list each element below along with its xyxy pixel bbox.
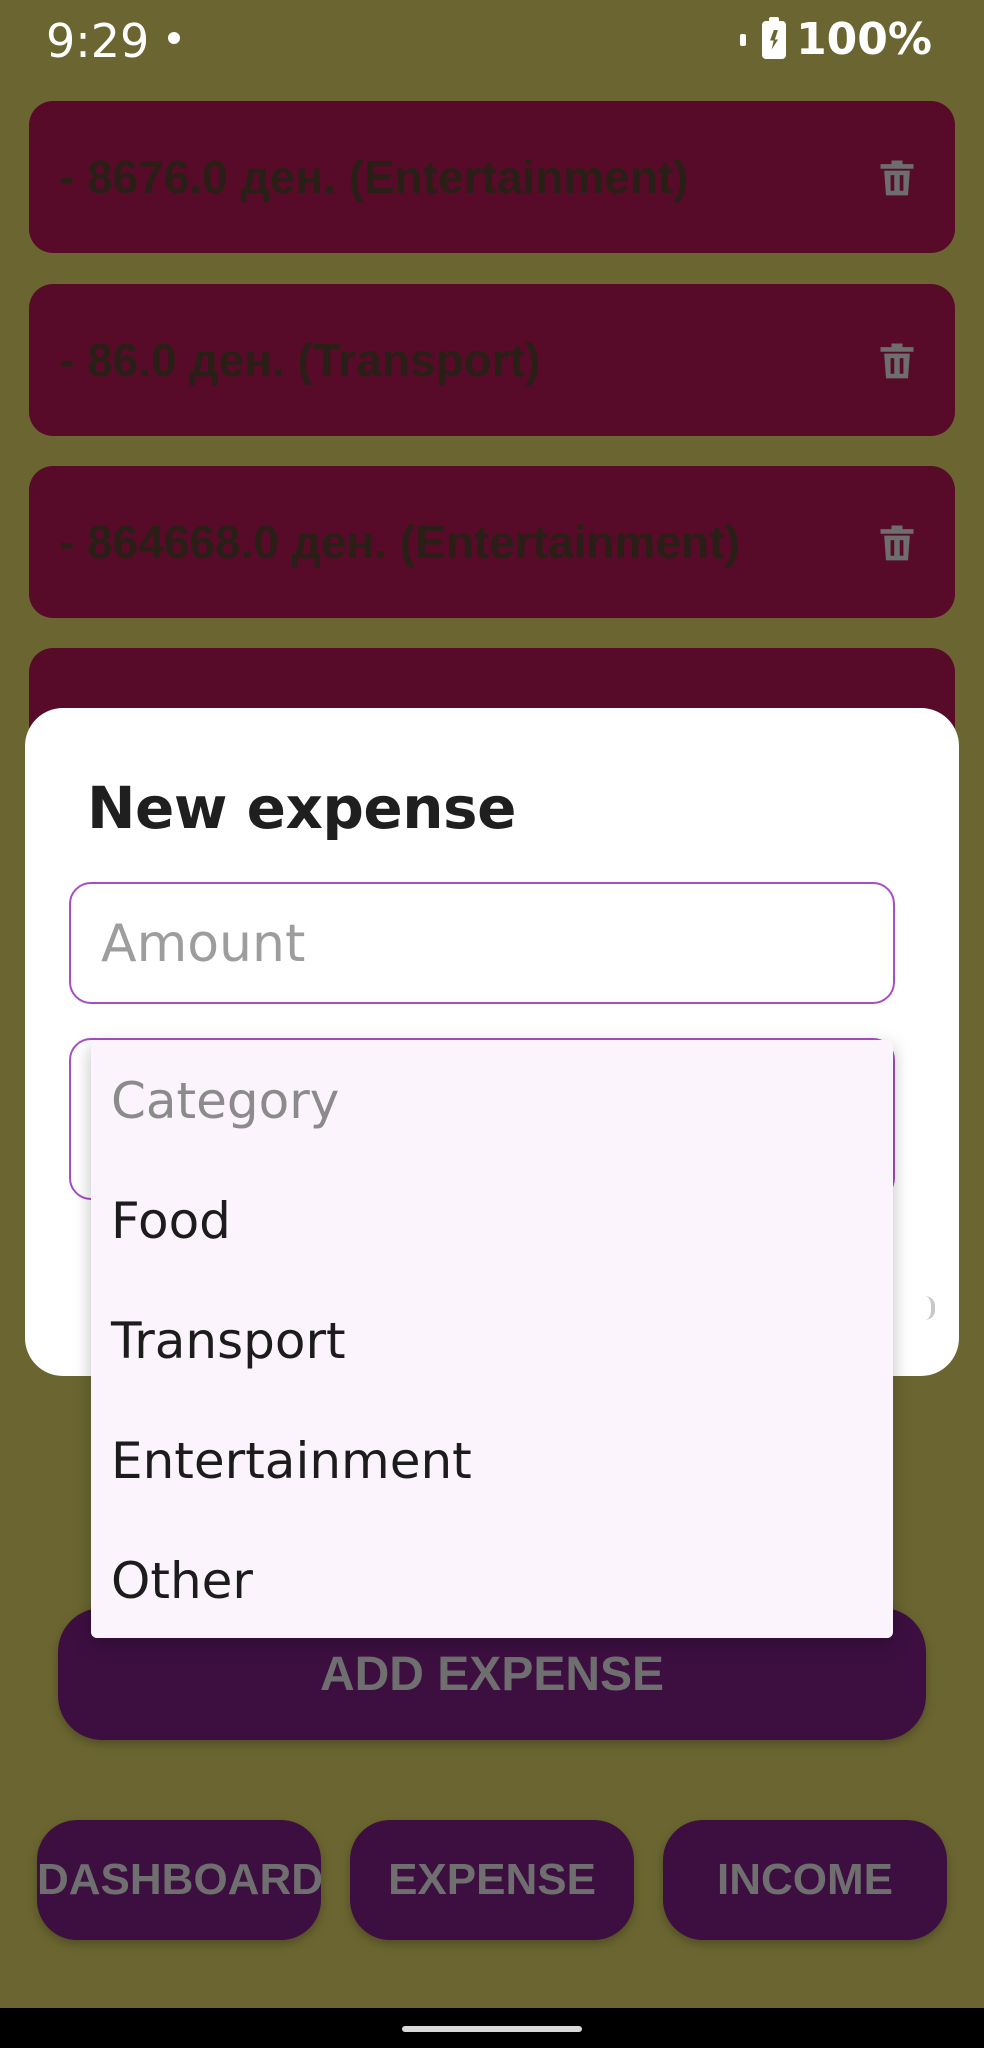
trash-icon[interactable] — [875, 338, 919, 382]
category-placeholder-option[interactable]: Category — [111, 1072, 339, 1130]
category-option-food[interactable]: Food — [111, 1192, 231, 1250]
status-right: 100% — [740, 14, 932, 65]
status-bar: 9:29 100% — [0, 0, 984, 86]
expense-card[interactable]: - 864668.0 ден. (Entertainment) — [29, 466, 955, 618]
category-dropdown-menu: Category Food Transport Entertainment Ot… — [91, 1040, 893, 1638]
home-gesture-handle[interactable] — [402, 2026, 582, 2032]
status-time: 9:29 — [46, 14, 150, 68]
signal-icon — [740, 33, 747, 46]
expense-card[interactable]: - 86.0 ден. (Transport) — [29, 284, 955, 436]
category-option-entertainment[interactable]: Entertainment — [111, 1432, 472, 1490]
amount-field[interactable] — [69, 882, 895, 1004]
dialog-title: New expense — [87, 774, 516, 842]
nav-expense-button[interactable]: EXPENSE — [350, 1820, 634, 1940]
category-option-transport[interactable]: Transport — [111, 1312, 346, 1370]
notification-dot-icon — [168, 32, 180, 44]
expense-text: - 86.0 ден. (Transport) — [59, 334, 541, 386]
expense-text: - 8676.0 ден. (Entertainment) — [59, 151, 689, 203]
category-option-other[interactable]: Other — [111, 1552, 253, 1610]
dialog-edge-mark — [917, 1296, 935, 1320]
nav-income-button[interactable]: INCOME — [663, 1820, 947, 1940]
amount-input[interactable] — [99, 884, 863, 1004]
battery-icon — [762, 16, 787, 59]
battery-level: 100% — [796, 14, 932, 65]
expense-card[interactable]: - 8676.0 ден. (Entertainment) — [29, 101, 955, 253]
trash-icon[interactable] — [875, 520, 919, 564]
trash-icon[interactable] — [875, 155, 919, 199]
nav-dashboard-button[interactable]: DASHBOARD — [37, 1820, 323, 1940]
expense-text: - 864668.0 ден. (Entertainment) — [59, 516, 740, 568]
